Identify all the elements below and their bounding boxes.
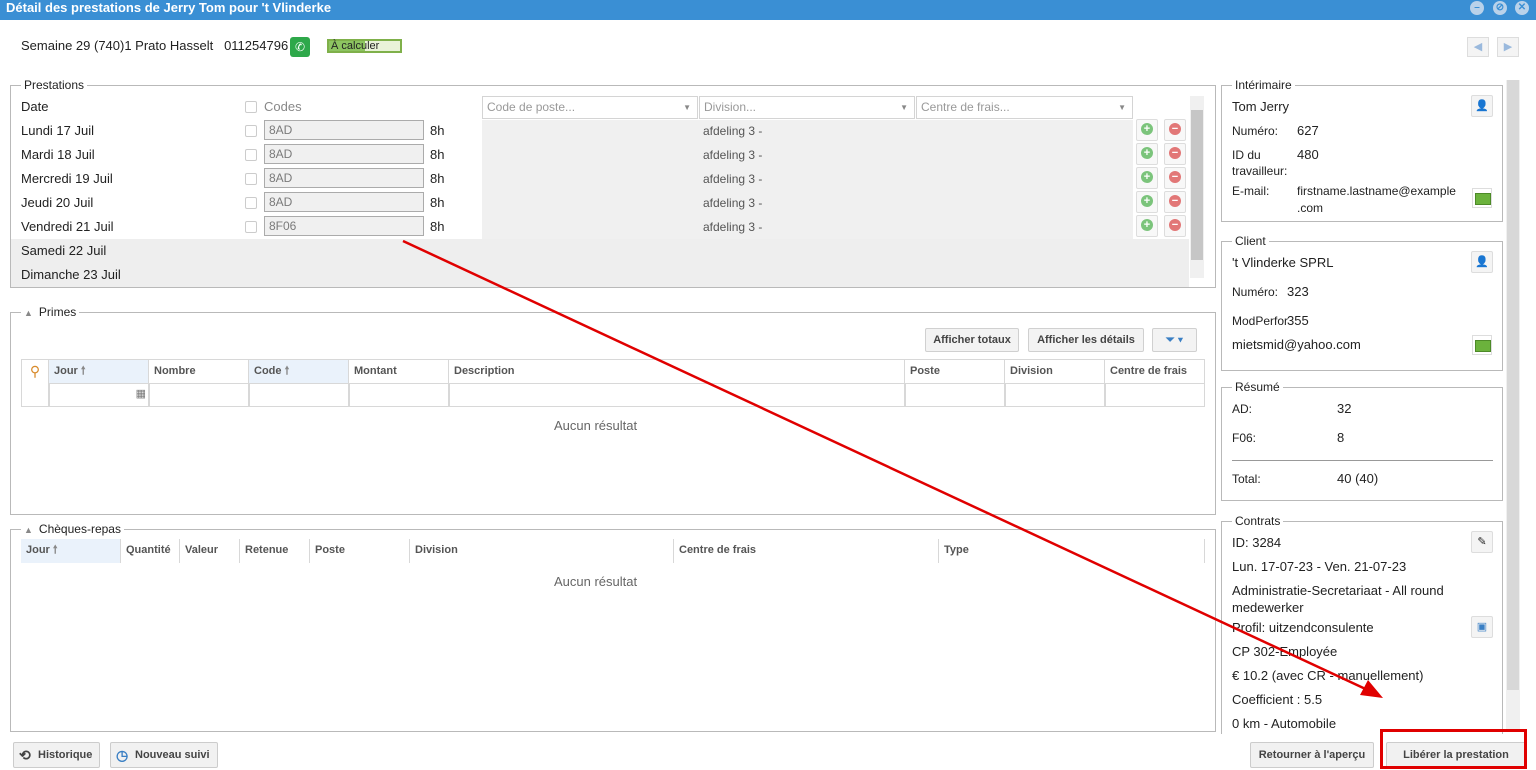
arrow-head xyxy=(1360,680,1383,698)
annotation-arrow xyxy=(402,239,1383,698)
arrow-line xyxy=(402,239,1373,694)
